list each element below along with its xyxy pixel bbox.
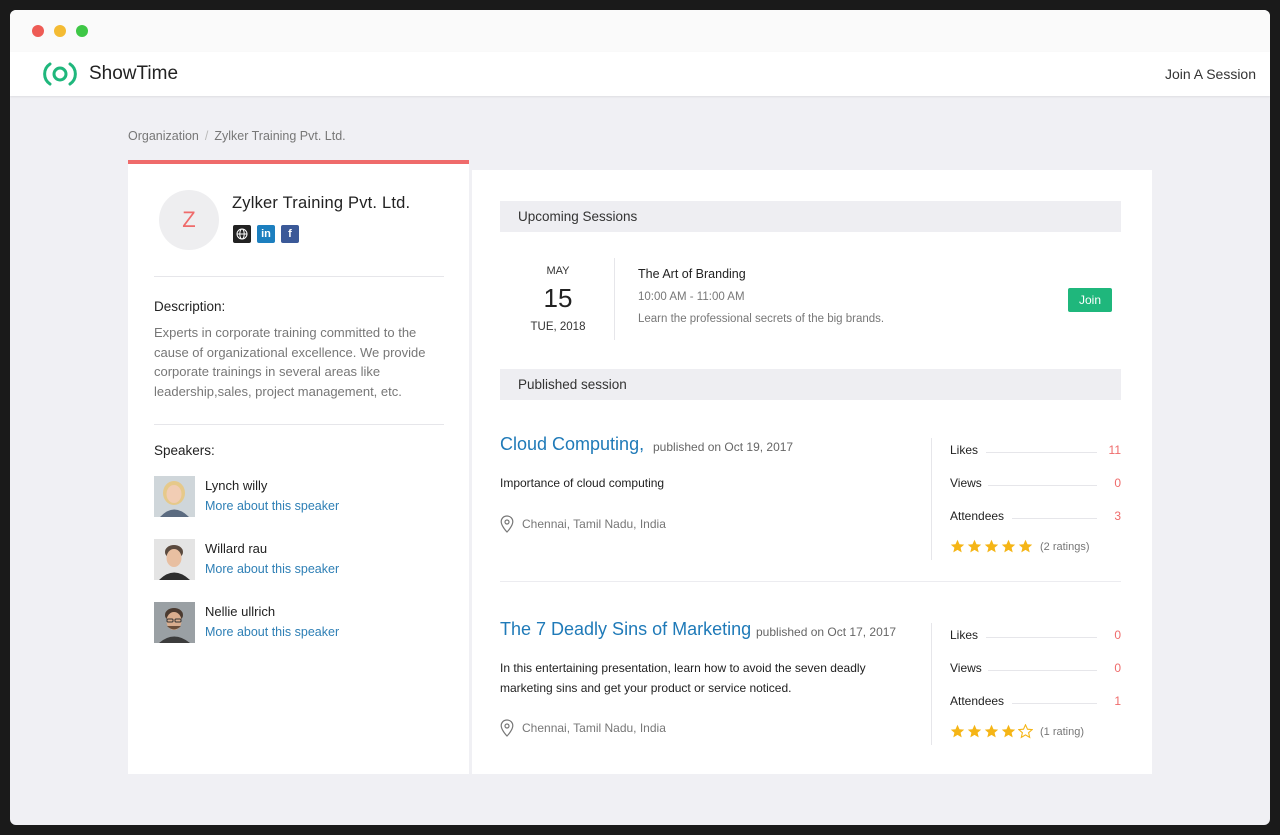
published-session-description: Importance of cloud computing (500, 476, 665, 490)
breadcrumb: Organization / Zylker Training Pvt. Ltd. (128, 129, 346, 143)
speaker-name: Lynch willy (205, 478, 268, 493)
session-day: 15 (543, 283, 573, 313)
speaker-name: Willard rau (205, 541, 268, 556)
likes-label: Likes (950, 628, 985, 642)
views-label: Views (950, 476, 988, 490)
published-session-title[interactable]: Cloud Computing, (500, 434, 644, 455)
session-stats: Likes 11 Views 0 Attendees 3 (2 ratings) (931, 438, 1121, 560)
published-session-item: Cloud Computing, published on Oct 19, 20… (500, 434, 1121, 564)
star-filled-icon (950, 725, 965, 738)
star-filled-icon (967, 540, 982, 553)
location-text: Chennai, Tamil Nadu, India (522, 721, 666, 735)
facebook-icon[interactable]: f (281, 225, 299, 243)
maximize-window-button[interactable] (76, 25, 88, 37)
star-empty-icon (1018, 724, 1033, 739)
published-date: published on Oct 19, 2017 (653, 440, 794, 454)
published-date: published on Oct 17, 2017 (756, 625, 897, 639)
likes-stat: Likes 0 (950, 628, 1121, 644)
likes-label: Likes (950, 443, 985, 457)
published-session-title[interactable]: The 7 Deadly Sins of Marketing (500, 619, 751, 640)
views-label: Views (950, 661, 988, 675)
attendees-stat: Attendees 1 (950, 694, 1121, 710)
speaker-avatar (154, 602, 195, 643)
attendees-label: Attendees (950, 509, 1011, 523)
published-session-description: In this entertaining presentation, learn… (500, 661, 866, 695)
views-count: 0 (1114, 476, 1121, 490)
globe-icon[interactable] (233, 225, 251, 243)
likes-stat: Likes 11 (950, 443, 1121, 459)
app-name[interactable]: ShowTime (89, 63, 178, 85)
speakers-heading: Speakers: (154, 443, 215, 458)
speaker-avatar (154, 539, 195, 580)
upcoming-sessions-header: Upcoming Sessions (500, 201, 1121, 232)
upcoming-session-description: Learn the professional secrets of the bi… (638, 313, 885, 325)
location-pin-icon (500, 719, 514, 737)
views-count: 0 (1114, 661, 1121, 675)
upcoming-session-title[interactable]: The Art of Branding (638, 267, 746, 281)
session-stats: Likes 0 Views 0 Attendees 1 (1 rating) (931, 623, 1121, 745)
star-rating: (1 rating) (950, 724, 1084, 740)
upcoming-session-time: 10:00 AM - 11:00 AM (638, 291, 745, 303)
star-filled-icon (1018, 540, 1033, 553)
sessions-card: Upcoming Sessions MAY 15 TUE, 2018 The A… (472, 170, 1152, 774)
divider (614, 258, 615, 340)
more-about-speaker-link[interactable]: More about this speaker (205, 562, 339, 576)
star-rating: (2 ratings) (950, 539, 1090, 555)
likes-count: 11 (1108, 443, 1121, 457)
rating-count: (2 ratings) (1040, 540, 1090, 553)
session-weekday: TUE, 2018 (530, 321, 586, 333)
linkedin-icon[interactable]: in (257, 225, 275, 243)
star-filled-icon (967, 725, 982, 738)
org-name: Zylker Training Pvt. Ltd. (232, 194, 411, 212)
attendees-count: 1 (1114, 694, 1121, 708)
divider (500, 581, 1121, 582)
speaker-item: Nellie ullrich More about this speaker (154, 602, 444, 644)
showtime-logo-icon[interactable] (43, 61, 77, 87)
more-about-speaker-link[interactable]: More about this speaker (205, 499, 339, 513)
more-about-speaker-link[interactable]: More about this speaker (205, 625, 339, 639)
attendees-label: Attendees (950, 694, 1011, 708)
org-avatar: Z (159, 190, 219, 250)
breadcrumb-separator: / (204, 129, 209, 143)
location-pin-icon (500, 515, 514, 533)
views-stat: Views 0 (950, 661, 1121, 677)
divider (154, 276, 444, 277)
description-text: Experts in corporate training committed … (154, 325, 426, 399)
star-filled-icon (984, 540, 999, 553)
attendees-stat: Attendees 3 (950, 509, 1121, 525)
likes-count: 0 (1114, 628, 1121, 642)
published-sessions-header: Published session (500, 369, 1121, 400)
upcoming-sessions-title: Upcoming Sessions (518, 209, 638, 224)
star-filled-icon (1001, 725, 1016, 738)
speaker-item: Lynch willy More about this speaker (154, 476, 444, 518)
location-text: Chennai, Tamil Nadu, India (522, 517, 666, 531)
breadcrumb-organization[interactable]: Organization (128, 129, 199, 143)
speaker-item: Willard rau More about this speaker (154, 539, 444, 581)
close-window-button[interactable] (32, 25, 44, 37)
star-filled-icon (984, 725, 999, 738)
divider (154, 424, 444, 425)
session-month: MAY (546, 265, 570, 277)
published-sessions-title: Published session (518, 377, 627, 392)
attendees-count: 3 (1114, 509, 1121, 523)
published-session-item: The 7 Deadly Sins of Marketing published… (500, 619, 1121, 749)
rating-count: (1 rating) (1040, 725, 1085, 738)
speaker-avatar (154, 476, 195, 517)
organization-card: Z Zylker Training Pvt. Ltd. in f Descrip… (128, 160, 469, 774)
social-links: in f (233, 225, 299, 243)
description-heading: Description: (154, 299, 226, 314)
minimize-window-button[interactable] (54, 25, 66, 37)
speaker-name: Nellie ullrich (205, 604, 276, 619)
app-window: ShowTime Join A Session Organization / Zyl… (10, 10, 1270, 825)
top-header: ShowTime Join A Session (10, 52, 1270, 96)
star-filled-icon (1001, 540, 1016, 553)
star-filled-icon (950, 540, 965, 553)
join-a-session-link[interactable]: Join A Session (1165, 66, 1256, 82)
breadcrumb-current: Zylker Training Pvt. Ltd. (214, 129, 346, 143)
window-titlebar (10, 10, 1270, 52)
views-stat: Views 0 (950, 476, 1121, 492)
join-button[interactable]: Join (1068, 288, 1112, 312)
